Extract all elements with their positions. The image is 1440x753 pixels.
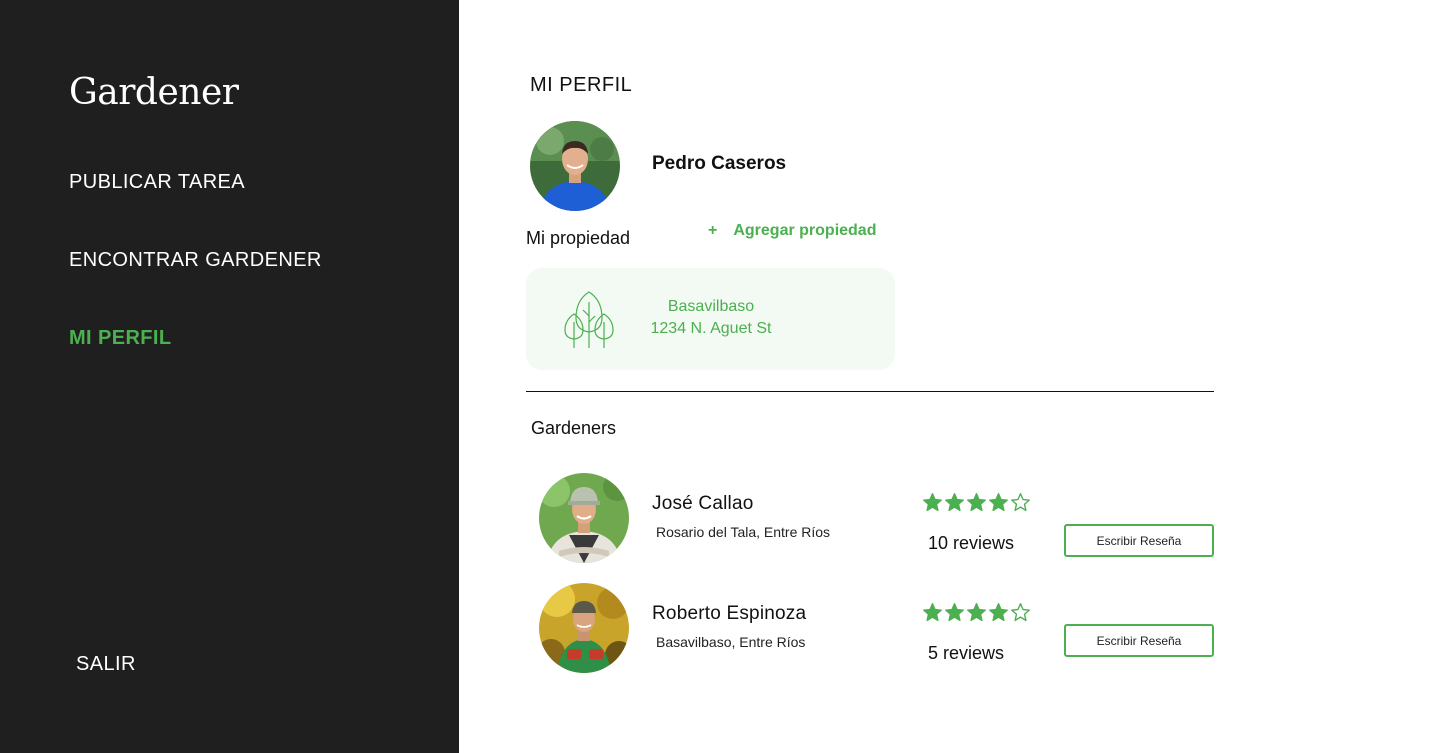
- star-filled-icon: [945, 493, 964, 512]
- gardener-name[interactable]: José Callao: [652, 493, 753, 515]
- sidebar: Gardener PUBLICAR TAREA ENCONTRAR GARDEN…: [0, 0, 459, 753]
- property-address: 1234 N. Aguet St: [650, 320, 772, 337]
- gardener-row: José Callao Rosario del Tala, Entre Ríos…: [459, 473, 1440, 565]
- rating-stars: [922, 602, 1031, 623]
- star-filled-icon: [923, 603, 942, 622]
- star-filled-icon: [923, 493, 942, 512]
- star-filled-icon: [945, 603, 964, 622]
- sidebar-item-encontrar-gardener[interactable]: ENCONTRAR GARDENER: [69, 249, 322, 272]
- app-logo[interactable]: Gardener: [69, 72, 239, 113]
- gardener-name[interactable]: Roberto Espinoza: [652, 603, 806, 625]
- write-review-button[interactable]: Escribir Reseña: [1064, 524, 1214, 557]
- write-review-button[interactable]: Escribir Reseña: [1064, 624, 1214, 657]
- star-outline-icon: [1011, 603, 1030, 622]
- divider: [526, 391, 1214, 392]
- gardener-avatar[interactable]: [539, 473, 629, 563]
- property-address-block: Basavilbaso 1234 N. Aguet St: [631, 296, 791, 340]
- star-filled-icon: [967, 603, 986, 622]
- gardener-location: Basavilbaso, Entre Ríos: [656, 634, 806, 650]
- profile-avatar: [530, 121, 620, 211]
- add-property-label: Agregar propiedad: [733, 222, 877, 239]
- logout-button[interactable]: SALIR: [76, 653, 136, 676]
- trees-icon: [562, 288, 616, 355]
- page-title: MI PERFIL: [530, 74, 633, 96]
- gardener-location: Rosario del Tala, Entre Ríos: [656, 524, 831, 540]
- property-card[interactable]: Basavilbaso 1234 N. Aguet St: [526, 268, 895, 370]
- reviews-count[interactable]: 10 reviews: [928, 533, 1014, 554]
- gardener-row: Roberto Espinoza Basavilbaso, Entre Ríos…: [459, 583, 1440, 675]
- star-filled-icon: [989, 603, 1008, 622]
- reviews-count[interactable]: 5 reviews: [928, 643, 1004, 664]
- gardener-avatar[interactable]: [539, 583, 629, 673]
- add-property-button[interactable]: + Agregar propiedad: [708, 222, 876, 240]
- property-city: Basavilbaso: [667, 298, 755, 315]
- gardeners-section-title: Gardeners: [531, 418, 617, 438]
- profile-name: Pedro Caseros: [652, 153, 787, 174]
- sidebar-item-publicar-tarea[interactable]: PUBLICAR TAREA: [69, 171, 245, 194]
- star-filled-icon: [967, 493, 986, 512]
- rating-stars: [922, 492, 1031, 513]
- main-content: MI PERFIL Pedro Caseros Mi propiedad + A…: [459, 0, 1440, 753]
- property-label: Mi propiedad: [526, 228, 631, 248]
- star-filled-icon: [989, 493, 1008, 512]
- sidebar-item-mi-perfil[interactable]: MI PERFIL: [69, 327, 172, 350]
- plus-icon: +: [708, 222, 718, 239]
- star-outline-icon: [1011, 493, 1030, 512]
